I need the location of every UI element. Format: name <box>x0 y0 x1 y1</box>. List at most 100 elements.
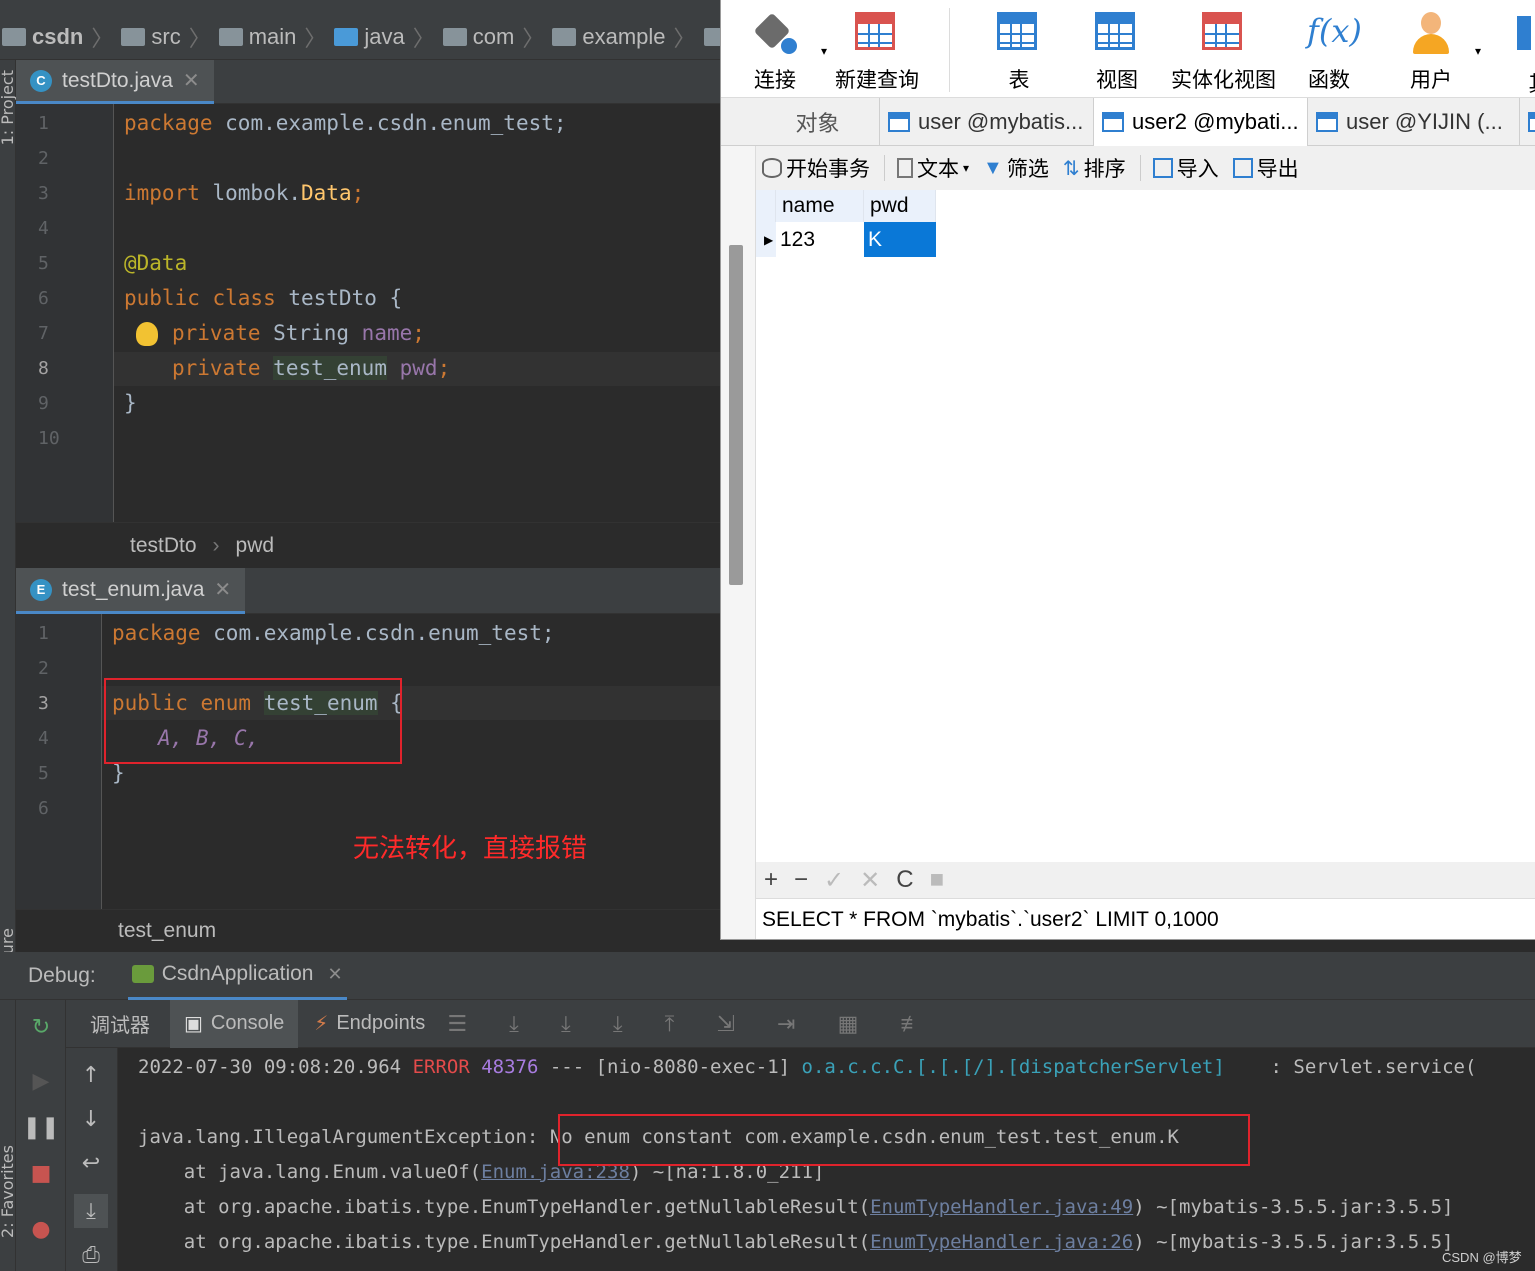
tab-endpoints[interactable]: ⚡ Endpoints <box>306 1000 433 1048</box>
text-button[interactable]: 文本 ▾ <box>897 153 969 183</box>
stack-text: ) ~[mybatis-3.5.5.jar:3.5.5] <box>1133 1196 1454 1218</box>
tab-console[interactable]: ▣ Console <box>170 999 299 1048</box>
code-text: com.example.csdn.enum_test; <box>212 111 567 135</box>
tab-test-enum[interactable]: E test_enum.java ✕ <box>16 568 246 614</box>
ribbon-label: 实体化视图 <box>1171 69 1276 92</box>
table-cell[interactable]: 123 <box>776 222 864 257</box>
breadcrumb-example[interactable]: example <box>552 24 666 50</box>
stack-frame: at org.apache.ibatis.type.EnumTypeHandle… <box>138 1196 1454 1218</box>
materialized-view-button[interactable]: 实体化视图 <box>1171 12 1276 94</box>
resume-icon[interactable]: ▶ <box>26 1066 56 1096</box>
crumb-class[interactable]: test_enum <box>118 919 216 943</box>
breadcrumb-label: main <box>248 23 297 49</box>
stop-icon[interactable]: ■ <box>26 1158 56 1188</box>
stack-text: at org.apache.ibatis.type.EnumTypeHandle… <box>138 1231 871 1253</box>
view-button[interactable]: 视图 <box>1095 12 1139 94</box>
favorites-tool-tab[interactable]: 2: Favorites <box>0 1145 17 1238</box>
column-header-name[interactable]: name <box>776 190 864 222</box>
toolbar-label: 筛选 <box>1006 158 1049 181</box>
stop-button[interactable]: ■ <box>930 866 945 894</box>
discard-changes-button[interactable]: ✕ <box>860 866 880 895</box>
field-name: pwd <box>399 356 438 380</box>
pause-icon[interactable]: ❚❚ <box>23 1112 60 1142</box>
stack-text: ) ~[mybatis-3.5.5.jar:3.5.5] <box>1133 1231 1454 1253</box>
breadcrumb-csdn[interactable]: csdn <box>2 24 83 50</box>
crumb-class[interactable]: testDto <box>130 534 197 558</box>
database-icon <box>762 158 782 178</box>
delete-record-button[interactable]: − <box>794 866 808 894</box>
rerun-icon[interactable]: ↻ <box>26 1012 56 1042</box>
console-side-toolbar: ↑ ↓ ↩ ⤓ ⎙ <box>66 1048 118 1271</box>
breakpoints-icon[interactable]: ● <box>26 1214 56 1244</box>
table-button[interactable]: 表 <box>997 12 1041 94</box>
close-icon[interactable]: ✕ <box>183 68 200 93</box>
log-logger: o.a.c.c.C.[.[.[/].[dispatcherServlet] <box>801 1056 1225 1078</box>
arrow-down-icon[interactable]: ↓ <box>76 1104 106 1134</box>
current-row-indicator-icon[interactable]: ▶ <box>756 222 776 257</box>
begin-transaction-button[interactable]: 开始事务 <box>762 153 870 183</box>
table-icon <box>888 112 910 132</box>
source-link[interactable]: EnumTypeHandler.java:49 <box>870 1196 1133 1218</box>
scroll-to-end-icon[interactable]: ⤓ <box>74 1194 108 1228</box>
breadcrumb-csdn-pkg[interactable]: csdn <box>703 24 720 50</box>
package-icon <box>703 27 720 46</box>
print-icon[interactable]: ⎙ <box>76 1240 106 1270</box>
code-editor-1[interactable]: package com.example.csdn.enum_test; impo… <box>114 104 720 522</box>
soft-wrap-icon[interactable]: ↩ <box>76 1148 106 1178</box>
tab-overflow[interactable] <box>1520 98 1535 146</box>
table-cell-selected[interactable]: K <box>864 222 936 257</box>
add-record-button[interactable]: + <box>764 866 778 894</box>
source-link[interactable]: EnumTypeHandler.java:26 <box>870 1231 1133 1253</box>
import-icon <box>1152 158 1173 178</box>
user-button[interactable]: 用户 <box>1409 12 1453 94</box>
sort-button[interactable]: ⇅ 排序 <box>1063 153 1126 183</box>
tab-testdto[interactable]: C testDto.java ✕ <box>16 60 214 104</box>
structure-tool-tab[interactable]: 7: Structure <box>0 928 17 952</box>
step-controls[interactable]: ☰ ⤓ ⤓ ⤓ ⤒ ⇲ ⇥ ▦ ≢ <box>447 1011 940 1037</box>
breadcrumb-main[interactable]: main <box>218 23 297 50</box>
column-header-pwd[interactable]: pwd <box>864 190 936 222</box>
breadcrumb-com[interactable]: com <box>442 24 514 50</box>
close-icon[interactable]: ✕ <box>327 964 342 985</box>
arrow-up-icon[interactable]: ↑ <box>76 1060 106 1090</box>
new-query-button[interactable]: 新建查询 <box>835 12 919 94</box>
dropdown-arrow-icon[interactable]: ▾ <box>1475 44 1481 58</box>
package-icon <box>442 27 467 46</box>
ribbon-label: 视图 <box>1096 69 1138 92</box>
line-number: 3 <box>38 693 49 714</box>
import-button[interactable]: 导入 <box>1152 153 1219 183</box>
tab-label: user @mybatis... <box>918 109 1084 134</box>
breadcrumb-src[interactable]: src <box>121 24 181 50</box>
close-icon[interactable]: ✕ <box>214 577 231 602</box>
breadcrumb-java[interactable]: java <box>334 24 405 50</box>
toolbar-label: 排序 <box>1083 158 1126 181</box>
tab-user-mybatis[interactable]: user @mybatis... <box>880 98 1094 146</box>
tab-user2-mybatis[interactable]: user2 @mybati... <box>1094 98 1308 146</box>
plug-icon <box>753 12 797 54</box>
tab-objects[interactable]: 对象 <box>756 98 880 146</box>
ribbon-label: 连接 <box>754 69 796 92</box>
tab-csdn-application[interactable]: CsdnApplication ✕ <box>127 952 347 1000</box>
line-number: 2 <box>38 148 49 169</box>
connect-button[interactable]: 连接 <box>753 12 797 94</box>
scrollbar[interactable] <box>729 245 743 585</box>
filter-button[interactable]: ▼ 筛选 <box>983 153 1049 183</box>
function-button[interactable]: f(x) 函数 <box>1307 12 1362 94</box>
crumb-field[interactable]: pwd <box>236 534 275 558</box>
line-number: 8 <box>38 358 49 379</box>
enum-file-icon: E <box>30 578 52 601</box>
export-button[interactable]: 导出 <box>1232 153 1299 183</box>
code-line-5: } <box>112 761 125 785</box>
tab-debugger[interactable]: 调试器 <box>90 1000 150 1048</box>
editor-tabbar-2: E test_enum.java ✕ <box>16 568 720 614</box>
keyword: package <box>124 111 213 135</box>
project-tool-tab[interactable]: 1: Project <box>0 70 17 145</box>
apply-changes-button[interactable]: ✓ <box>824 866 844 895</box>
other-button[interactable]: 其 <box>1517 12 1535 98</box>
toolbar-divider <box>884 155 885 181</box>
refresh-button[interactable]: C <box>896 866 913 894</box>
line-number: 1 <box>38 623 49 644</box>
dropdown-arrow-icon[interactable]: ▾ <box>821 44 827 58</box>
tab-user-yijin[interactable]: user @YIJIN (... <box>1308 98 1520 146</box>
function-icon: f(x) <box>1307 12 1362 50</box>
